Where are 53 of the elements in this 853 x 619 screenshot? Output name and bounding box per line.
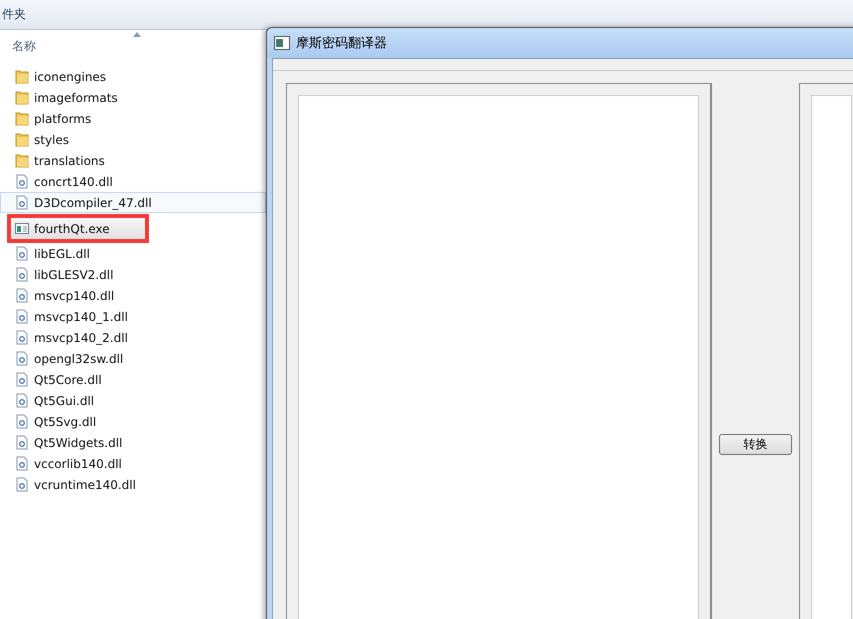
file-name: msvcp140_1.dll <box>34 310 128 324</box>
folder-icon <box>15 111 29 126</box>
convert-button[interactable]: 转换 <box>719 434 792 455</box>
file-name: Qt5Svg.dll <box>34 414 96 428</box>
folder-icon <box>15 69 29 84</box>
file-name: libEGL.dll <box>34 246 90 260</box>
file-row[interactable]: Qt5Core.dll <box>0 369 266 390</box>
file-row[interactable]: opengl32sw.dll <box>0 348 266 369</box>
application-window-icon <box>15 221 29 236</box>
file-name: platforms <box>34 112 92 126</box>
folder-icon <box>15 153 29 168</box>
folder-icon <box>15 132 29 147</box>
file-name: vccorlib140.dll <box>34 456 122 470</box>
window-icon <box>274 36 290 50</box>
file-row[interactable]: D3Dcompiler_47.dll <box>0 192 266 213</box>
file-row[interactable]: msvcp140_2.dll <box>0 327 266 348</box>
window-title: 摩斯密码翻译器 <box>296 35 387 52</box>
file-row[interactable]: platforms <box>0 108 266 129</box>
file-row[interactable]: styles <box>0 129 266 150</box>
file-name: msvcp140_2.dll <box>34 330 128 344</box>
file-name: D3Dcompiler_47.dll <box>34 196 152 210</box>
file-name: Qt5Core.dll <box>34 372 102 386</box>
file-name: opengl32sw.dll <box>34 352 124 366</box>
file-row[interactable]: msvcp140.dll <box>0 285 266 306</box>
file-row[interactable]: Qt5Svg.dll <box>0 411 266 432</box>
breadcrumb[interactable]: 件夹 <box>2 6 26 23</box>
column-header[interactable]: 名称 <box>12 38 36 54</box>
file-row[interactable]: libGLESV2.dll <box>0 264 266 285</box>
file-row[interactable]: translations <box>0 150 266 171</box>
file-row[interactable]: iconengines <box>0 66 266 87</box>
file-name: fourthQt.exe <box>34 222 110 236</box>
file-row[interactable]: imageformats <box>0 87 266 108</box>
file-name: iconengines <box>34 70 106 84</box>
sort-caret-icon <box>133 32 141 37</box>
file-row[interactable]: vcruntime140.dll <box>0 474 266 495</box>
file-row[interactable]: Qt5Gui.dll <box>0 390 266 411</box>
file-name: Qt5Gui.dll <box>34 394 94 408</box>
file-row[interactable]: libEGL.dll <box>0 243 266 264</box>
file-row[interactable]: Qt5Widgets.dll <box>0 432 266 453</box>
file-name: msvcp140.dll <box>34 288 114 302</box>
file-row[interactable]: concrt140.dll <box>0 171 266 192</box>
file-row[interactable]: msvcp140_1.dll <box>0 306 266 327</box>
file-row[interactable]: fourthQt.exe <box>7 214 149 243</box>
folder-icon <box>15 90 29 105</box>
output-text-area[interactable] <box>811 95 852 619</box>
file-name: concrt140.dll <box>34 174 113 188</box>
file-name: libGLESV2.dll <box>34 268 114 282</box>
file-row[interactable]: vccorlib140.dll <box>0 453 266 474</box>
file-name: translations <box>34 154 105 168</box>
file-name: styles <box>34 132 70 146</box>
file-name: vcruntime140.dll <box>34 478 136 492</box>
file-name: imageformats <box>34 90 118 104</box>
file-name: Qt5Widgets.dll <box>34 436 122 450</box>
